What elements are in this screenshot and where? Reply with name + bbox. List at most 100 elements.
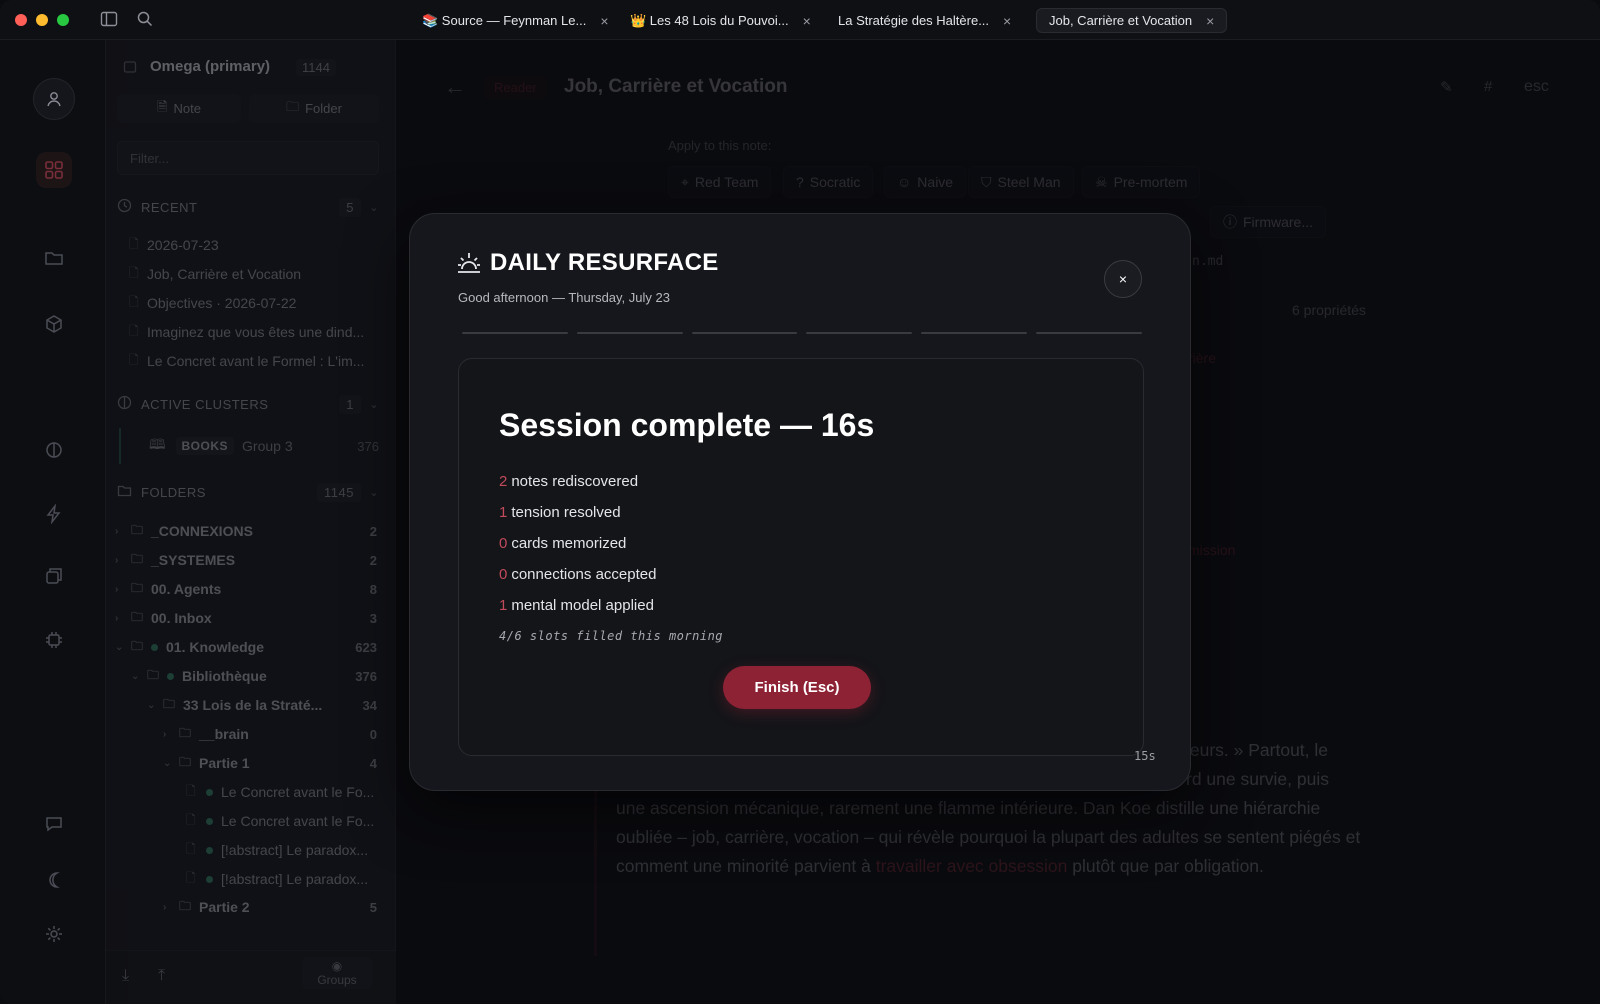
folder-row[interactable]: ⌄ 🗀 Bibliothèque 376 [131,665,377,687]
stat-row: 1 mental model applied [499,597,654,614]
folder-row[interactable]: ⌄ 🗀 33 Lois de la Straté... 34 [147,694,377,716]
note-row[interactable]: 🗋 [!abstract] Le paradox... [186,868,377,890]
recent-item[interactable]: 🗋 Job, Carrière et Vocation [129,263,374,285]
cube-icon[interactable] [36,306,72,342]
close-button[interactable]: × [1104,260,1142,298]
folder-icon: 🗀 [163,696,176,711]
folder-icon[interactable] [36,240,72,276]
tab-job-carriere-vocation[interactable]: Job, Carrière et Vocation × [1036,8,1228,33]
sidebar-toggle-icon[interactable] [100,10,120,30]
recent-item-label: Le Concret avant le Formel : L'im... [147,353,365,369]
recent-item[interactable]: 🗋 Le Concret avant le Formel : L'im... [129,350,374,372]
chevron-right-icon[interactable]: › [115,526,131,537]
dashboard-icon[interactable] [36,152,72,188]
chevron-right-icon[interactable]: › [115,584,131,595]
tab-feynman[interactable]: 📚 Source — Feynman Le... × [410,8,621,33]
filter-input[interactable]: Filter... [117,141,379,175]
folder-row[interactable]: › 🗀 00. Inbox 3 [115,607,377,629]
folder-icon: 🗀 [131,609,144,624]
note-label: [!abstract] Le paradox... [221,871,369,887]
stat-number: 2 [499,473,508,490]
chevron-down-icon[interactable]: ⌄ [131,671,147,682]
note-label: [!abstract] Le paradox... [221,842,369,858]
new-folder-label: Folder [305,101,342,116]
timer-label: 15s [1134,749,1156,763]
tab-close-icon[interactable]: × [1003,13,1011,29]
note-row[interactable]: 🗋 Le Concret avant le Fo... [186,810,377,832]
folders-section-header[interactable]: FOLDERS 1145 ⌄ [117,482,379,502]
note-row[interactable]: 🗋 Le Concret avant le Fo... [186,781,377,803]
recent-item[interactable]: 🗋 2026-07-23 [129,234,374,256]
folder-label: 00. Inbox [151,610,212,626]
stat-number: 0 [499,566,508,583]
vault-icon [123,60,137,79]
chevron-down-icon[interactable]: ⌄ [147,700,163,711]
search-icon[interactable] [136,10,156,30]
zoom-window-button[interactable] [57,14,69,26]
lightning-icon[interactable] [36,496,72,532]
tab-close-icon[interactable]: × [803,13,811,29]
folder-row[interactable]: › 🗀 _SYSTEMES 2 [115,549,377,571]
settings-icon[interactable] [36,916,72,952]
brain-icon[interactable] [36,432,72,468]
download-icon[interactable]: ⤓ [122,967,129,985]
finish-button[interactable]: Finish (Esc) [723,666,871,709]
new-note-button[interactable]: 🗎 Note [117,94,241,123]
daily-resurface-modal: DAILY RESURFACE Good afternoon — Thursda… [409,213,1191,791]
note-row[interactable]: 🗋 [!abstract] Le paradox... [186,839,377,861]
recent-section-header[interactable]: RECENT 5 ⌄ [117,197,379,217]
new-folder-button[interactable]: 🗀 Folder [249,94,379,123]
folder-row[interactable]: ⌄ 🗀 Partie 1 4 [163,752,377,774]
document-icon: 🗋 [129,236,139,251]
profile-icon[interactable] [33,78,75,120]
chip-icon[interactable] [36,622,72,658]
session-title: Session complete — 16s [499,407,875,443]
chevron-right-icon[interactable]: › [115,555,131,566]
folder-icon: 🗀 [131,580,144,595]
chevron-down-icon[interactable]: ⌄ [163,758,179,769]
tab-close-icon[interactable]: × [600,13,608,29]
chevron-down-icon[interactable]: ⌄ [369,486,379,499]
chevron-right-icon[interactable]: › [115,613,131,624]
recent-item[interactable]: 🗋 Objectives · 2026-07-22 [129,292,374,314]
recent-item[interactable]: 🗋 Imaginez que vous êtes une dind... [129,321,374,343]
tab-close-icon[interactable]: × [1206,13,1214,29]
chevron-down-icon[interactable]: ⌄ [115,642,131,653]
modal-title: DAILY RESURFACE [490,249,719,276]
tab-label: Job, Carrière et Vocation [1049,13,1193,28]
folder-row[interactable]: › 🗀 __brain 0 [163,723,377,745]
stat-label: mental model applied [511,597,654,614]
vault-title[interactable]: Omega (primary) [150,58,270,75]
tab-strategie-halteres[interactable]: La Stratégie des Haltère... × [826,8,1023,33]
folder-icon: 🗀 [131,638,144,653]
slots-status: 4/6 slots filled this morning [499,629,724,643]
minimize-window-button[interactable] [36,14,48,26]
tab-label: 📚 Source — Feynman Le... [422,12,587,28]
cluster-item[interactable]: 🕮 BOOKS Group 3 376 [119,428,379,464]
status-dot [206,875,213,883]
document-icon: 🗋 [186,870,196,885]
close-window-button[interactable] [15,14,27,26]
groups-button[interactable]: ◉ Groups [302,957,372,989]
folder-row[interactable]: › 🗀 Partie 2 5 [163,896,377,918]
chevron-down-icon[interactable]: ⌄ [369,398,379,411]
upload-icon[interactable]: ⤒ [158,967,165,985]
folder-row[interactable]: › 🗀 00. Agents 8 [115,578,377,600]
stat-label: connections accepted [511,566,657,583]
folder-label: Partie 2 [199,899,250,915]
groups-label: Groups [317,973,357,987]
folder-row[interactable]: › 🗀 _CONNEXIONS 2 [115,520,377,542]
moon-icon[interactable] [36,862,72,898]
document-icon: 🗋 [129,294,139,309]
progress-segment [576,332,683,334]
chat-icon[interactable] [36,806,72,842]
sidebar-footer: ⤓ ⤒ ◉ Groups [106,950,396,1004]
cards-icon[interactable] [36,558,72,594]
clusters-section-header[interactable]: ACTIVE CLUSTERS 1 ⌄ [117,394,379,414]
chevron-down-icon[interactable]: ⌄ [369,201,379,214]
book-icon: 🕮 [149,436,166,452]
chevron-right-icon[interactable]: › [163,902,179,913]
folder-row[interactable]: ⌄ 🗀 01. Knowledge 623 [115,636,377,658]
tab-48-lois[interactable]: 👑 Les 48 Lois du Pouvoi... × [618,8,823,33]
chevron-right-icon[interactable]: › [163,729,179,740]
